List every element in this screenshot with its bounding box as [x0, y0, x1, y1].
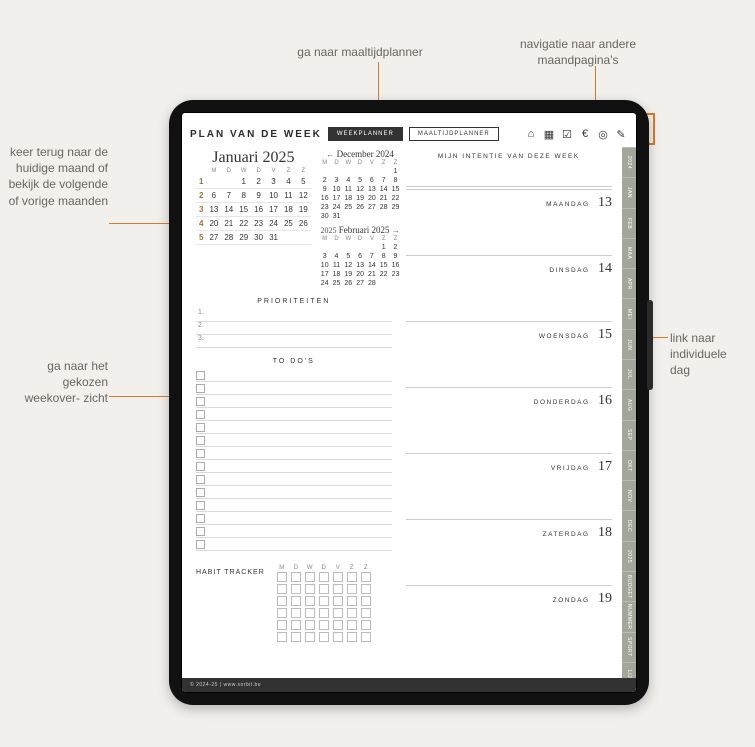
- tab-maaltijdplanner[interactable]: MAALTIJDPLANNER: [409, 127, 499, 141]
- day-zondag[interactable]: ZONDAG 19: [406, 585, 612, 651]
- target-icon[interactable]: ◎: [596, 127, 610, 141]
- page-footer: © 2024-25 | www.sorbit.be: [182, 678, 636, 692]
- todo-line[interactable]: [196, 395, 392, 408]
- annotation-week-link: ga naar het gekozen weekover- zicht: [8, 358, 108, 407]
- month-tab-sep[interactable]: SEP: [622, 420, 636, 450]
- prev-cal-label[interactable]: ← December 2024: [319, 149, 402, 159]
- priorities-title: PRIORITEITEN: [196, 298, 392, 305]
- month-tab-nummer[interactable]: NUMMER: [622, 601, 636, 631]
- calendar-prev[interactable]: MDWDVZZ123456789101112131415161718192021…: [319, 159, 402, 221]
- top-bar: PLAN VAN DE WEEK WEEKPLANNER MAALTIJDPLA…: [182, 113, 636, 149]
- month-tab-okt[interactable]: OKT: [622, 450, 636, 480]
- todo-line[interactable]: [196, 421, 392, 434]
- big-cal-month[interactable]: Januari 2025: [196, 149, 311, 167]
- day-maandag[interactable]: MAANDAG 13: [406, 189, 612, 255]
- month-tab-nov[interactable]: NOV: [622, 480, 636, 510]
- month-tab-budget[interactable]: BUDGET: [622, 571, 636, 601]
- todo-line[interactable]: [196, 473, 392, 486]
- home-icon[interactable]: ⌂: [524, 127, 538, 141]
- day-donderdag[interactable]: DONDERDAG 16: [406, 387, 612, 453]
- page-title: PLAN VAN DE WEEK: [190, 129, 322, 140]
- priority-line[interactable]: 1.: [196, 309, 392, 322]
- todo-line[interactable]: [196, 434, 392, 447]
- todo-line[interactable]: [196, 408, 392, 421]
- month-tab-maa[interactable]: MAA: [622, 238, 636, 268]
- todo-line[interactable]: [196, 499, 392, 512]
- note-icon[interactable]: ✎: [614, 127, 628, 141]
- month-tab-dec[interactable]: DEC: [622, 510, 636, 540]
- next-cal-label[interactable]: 2025 Februari 2025 →: [319, 225, 402, 235]
- month-tab-feb[interactable]: FEB: [622, 208, 636, 238]
- month-tab-2024[interactable]: 2024: [622, 147, 636, 177]
- priority-line[interactable]: 2.: [196, 322, 392, 335]
- habit-grid[interactable]: MDWDVZZ: [275, 565, 373, 643]
- month-tab-sport[interactable]: SPORT: [622, 632, 636, 662]
- tab-weekplanner[interactable]: WEEKPLANNER: [328, 127, 403, 141]
- annotation-back-month: keer terug naar de huidige maand of beki…: [8, 144, 108, 209]
- month-tab-jul[interactable]: JUL: [622, 359, 636, 389]
- calendar-next[interactable]: MDWDVZZ123456789101112131415161718192021…: [319, 235, 402, 288]
- todo-line[interactable]: [196, 512, 392, 525]
- planner-screen: PLAN VAN DE WEEK WEEKPLANNER MAALTIJDPLA…: [181, 112, 637, 693]
- day-zaterdag[interactable]: ZATERDAG 18: [406, 519, 612, 585]
- month-tab-aug[interactable]: AUG: [622, 389, 636, 419]
- stage: { "annotations": { "meal": "ga naar maal…: [0, 0, 755, 747]
- toolbar-icons: ⌂ ▦ ☑ € ◎ ✎: [524, 127, 628, 141]
- month-tabs: 2024JANFEBMAAAPRMEIJUNJULAUGSEPOKTNOVDEC…: [622, 147, 636, 692]
- day-dinsdag[interactable]: DINSDAG 14: [406, 255, 612, 321]
- annotation-day-link: link naar individuele dag: [670, 330, 750, 379]
- todo-line[interactable]: [196, 460, 392, 473]
- todo-line[interactable]: [196, 447, 392, 460]
- month-tab-jun[interactable]: JUN: [622, 329, 636, 359]
- day-vrijdag[interactable]: VRIJDAG 17: [406, 453, 612, 519]
- habit-title: HABIT TRACKER: [196, 565, 265, 576]
- month-tab-apr[interactable]: APR: [622, 268, 636, 298]
- priority-line[interactable]: 3.: [196, 335, 392, 348]
- euro-icon[interactable]: €: [578, 127, 592, 141]
- todo-line[interactable]: [196, 486, 392, 499]
- annotation-nav-months: navigatie naar andere maandpagina's: [498, 36, 658, 68]
- month-tab-jan[interactable]: JAN: [622, 177, 636, 207]
- month-tab-2025[interactable]: 2025: [622, 541, 636, 571]
- day-woensdag[interactable]: WOENSDAG 15: [406, 321, 612, 387]
- todo-line[interactable]: [196, 538, 392, 551]
- todo-line[interactable]: [196, 382, 392, 395]
- todo-line[interactable]: [196, 369, 392, 382]
- todos-title: TO DO'S: [196, 358, 392, 365]
- calendar-icon[interactable]: ▦: [542, 127, 556, 141]
- todo-line[interactable]: [196, 525, 392, 538]
- ipad-frame: PLAN VAN DE WEEK WEEKPLANNER MAALTIJDPLA…: [169, 100, 649, 705]
- calendar-current: MDWDVZZ112345267891011123131415161718194…: [196, 167, 311, 245]
- check-icon[interactable]: ☑: [560, 127, 574, 141]
- intent-title: MIJN INTENTIE VAN DEZE WEEK: [406, 153, 612, 187]
- annotation-meal: ga naar maaltijdplanner: [260, 44, 460, 60]
- month-tab-mei[interactable]: MEI: [622, 298, 636, 328]
